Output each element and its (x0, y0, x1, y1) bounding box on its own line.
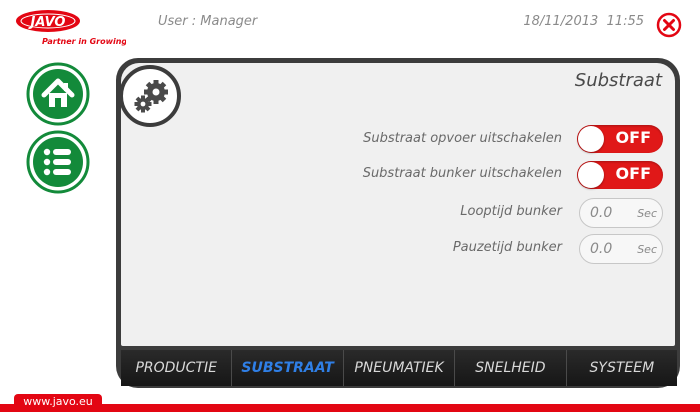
toggle-substraat-bunker[interactable]: OFF (577, 161, 663, 189)
list-icon (26, 130, 90, 194)
tab-bar: PRODUCTIE SUBSTRAAT PNEUMATIEK SNELHEID … (121, 350, 677, 386)
looptijd-bunker-input[interactable]: 0.0 Sec (579, 198, 663, 228)
toggle-knob (578, 126, 604, 152)
field-value: 0.0 (590, 205, 613, 221)
panel-title: Substraat (574, 70, 662, 91)
field-unit: Sec (637, 207, 657, 220)
datetime: 18/11/2013 11:55 (523, 14, 644, 29)
footer-link[interactable]: www.javo.eu (14, 394, 102, 412)
field-unit: Sec (637, 243, 657, 256)
label-looptijd-bunker: Looptijd bunker (460, 204, 562, 219)
logo-tagline: Partner in Growing (42, 37, 126, 46)
toggle-state: OFF (615, 164, 651, 183)
tab-substraat[interactable]: SUBSTRAAT (232, 350, 344, 386)
toggle-knob (578, 162, 604, 188)
home-icon (26, 62, 90, 126)
tab-systeem[interactable]: SYSTEEM (567, 350, 677, 386)
user-label: User : Manager (158, 14, 258, 29)
date-text: 18/11/2013 (523, 14, 599, 29)
logo-wordmark: JAVO (28, 15, 66, 30)
label-substraat-bunker: Substraat bunker uitschakelen (362, 166, 562, 181)
tab-pneumatiek[interactable]: PNEUMATIEK (344, 350, 456, 386)
label-substraat-opvoer: Substraat opvoer uitschakelen (363, 131, 562, 146)
close-button[interactable] (656, 12, 682, 38)
javo-logo: JAVO Partner in Growing (14, 8, 127, 48)
toggle-substraat-opvoer[interactable]: OFF (577, 125, 663, 153)
footer-bar (0, 404, 700, 412)
home-button[interactable] (24, 60, 92, 128)
close-circle-icon (656, 12, 682, 38)
time-text: 11:55 (606, 14, 644, 29)
gears-icon (119, 65, 181, 127)
footer-url: www.javo.eu (23, 395, 93, 408)
label-pauzetijd-bunker: Pauzetijd bunker (452, 240, 562, 255)
tab-snelheid[interactable]: SNELHEID (455, 350, 567, 386)
field-value: 0.0 (590, 241, 613, 257)
toggle-state: OFF (615, 128, 651, 147)
menu-button[interactable] (24, 128, 92, 196)
tab-productie[interactable]: PRODUCTIE (121, 350, 233, 386)
pauzetijd-bunker-input[interactable]: 0.0 Sec (579, 234, 663, 264)
